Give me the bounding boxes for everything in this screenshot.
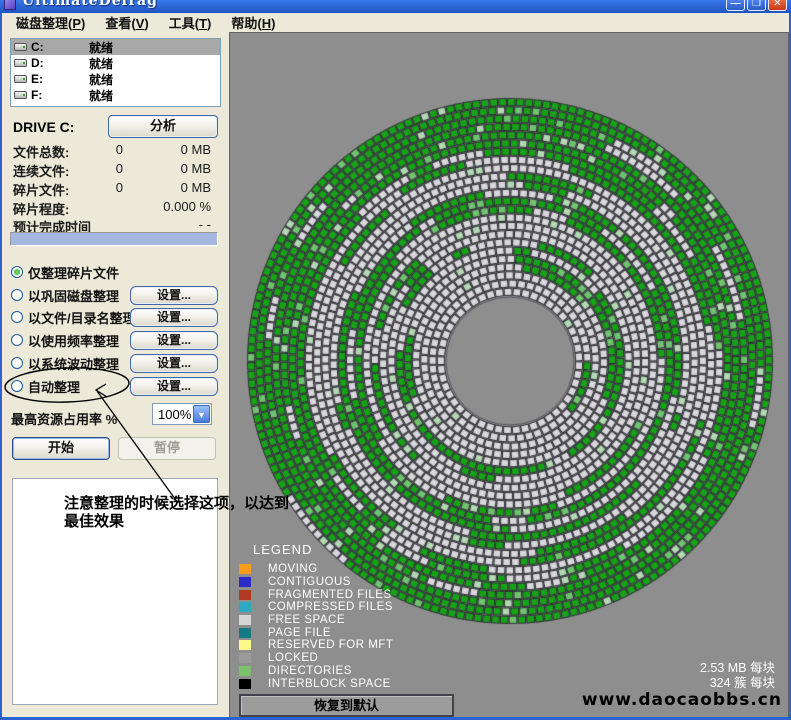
settings-button-filename[interactable]: 设置... <box>130 308 218 327</box>
legend-title: LEGEND <box>253 542 393 557</box>
drive-icon <box>14 59 27 67</box>
legend-item-moving: MOVING <box>239 563 393 576</box>
drive-icon <box>14 43 27 51</box>
menu-help[interactable]: 帮助(H) <box>223 12 283 33</box>
stat-total-files: 文件总数: 0 0 MB <box>13 142 218 158</box>
app-window: UltimateDefrag — ❐ ✕ 磁盘整理(P) 查看(V) 工具(T)… <box>0 0 791 720</box>
watermark: www.daocaobbs.cn <box>582 690 782 710</box>
drive-row-e[interactable]: E: 就绪 <box>11 71 220 87</box>
legend-item-interblock: INTERBLOCK SPACE <box>239 677 393 690</box>
legend-item-fragmented: FRAGMENTED FILES <box>239 588 393 601</box>
legend-item-freespace: FREE SPACE <box>239 614 393 627</box>
disk-map-panel: LEGEND MOVING CONTIGUOUS FRAGMENTED FILE… <box>229 32 789 717</box>
option-filename[interactable]: 以文件/目录名整理 <box>11 309 136 325</box>
drive-status: 就绪 <box>89 39 113 56</box>
radio-icon[interactable] <box>11 357 23 369</box>
stat-contiguous-files: 连续文件: 0 0 MB <box>13 161 218 177</box>
maximize-button[interactable]: ❐ <box>747 0 766 11</box>
cluster-text: 324 簇 每块 <box>700 676 775 691</box>
block-info: 2.53 MB 每块 324 簇 每块 <box>700 661 775 691</box>
drive-status: 就绪 <box>89 55 113 72</box>
current-drive-label: DRIVE C: <box>13 119 74 135</box>
legend-item-pagefile: PAGE FILE <box>239 626 393 639</box>
option-frequency[interactable]: 以使用频率整理 <box>11 332 119 348</box>
stat-fragmentation: 碎片程度: 0.000 % <box>13 199 218 215</box>
pagefile-swatch <box>239 628 251 638</box>
log-listbox[interactable] <box>12 478 218 705</box>
drive-status: 就绪 <box>89 87 113 104</box>
radio-icon[interactable] <box>11 266 23 278</box>
drive-icon <box>14 91 27 99</box>
interblock-swatch <box>239 679 251 689</box>
menu-defrag[interactable]: 磁盘整理(P) <box>8 12 93 33</box>
settings-button-frequency[interactable]: 设置... <box>130 331 218 350</box>
fragmented-swatch <box>239 590 251 600</box>
freespace-swatch <box>239 615 251 625</box>
radio-icon[interactable] <box>11 380 23 392</box>
radio-icon[interactable] <box>11 334 23 346</box>
directories-swatch <box>239 666 251 676</box>
start-button[interactable]: 开始 <box>12 437 110 460</box>
drive-status: 就绪 <box>89 71 113 88</box>
chevron-down-icon[interactable]: ▼ <box>193 405 210 423</box>
radio-icon[interactable] <box>11 311 23 323</box>
option-consolidate[interactable]: 以巩固磁盘整理 <box>11 287 119 303</box>
moving-swatch <box>239 564 251 574</box>
locked-swatch <box>239 653 251 663</box>
resource-usage-select[interactable]: 100% ▼ <box>152 403 212 425</box>
contiguous-swatch <box>239 577 251 587</box>
legend-item-mft: RESERVED FOR MFT <box>239 639 393 652</box>
compressed-swatch <box>239 602 251 612</box>
drive-icon <box>14 75 27 83</box>
legend-item-directories: DIRECTORIES <box>239 665 393 678</box>
stat-eta: 预计完成时间 - - <box>13 217 218 233</box>
legend-item-compressed: COMPRESSED FILES <box>239 601 393 614</box>
restore-default-button[interactable]: 恢复到默认 <box>239 694 454 717</box>
progress-bar <box>10 232 218 246</box>
resource-usage-label: 最高资源占用率 % <box>11 409 117 428</box>
drive-list: C: 就绪 D: 就绪 E: 就绪 F: 就绪 <box>10 38 221 107</box>
mft-swatch <box>239 640 251 650</box>
legend-item-contiguous: CONTIGUOUS <box>239 576 393 589</box>
radio-icon[interactable] <box>11 289 23 301</box>
window-title: UltimateDefrag <box>22 0 158 9</box>
minimize-button[interactable]: — <box>726 0 745 11</box>
menu-bar: 磁盘整理(P) 查看(V) 工具(T) 帮助(H) <box>0 13 791 32</box>
control-panel: C: 就绪 D: 就绪 E: 就绪 F: 就绪 DRIVE C: 分析 文件总数… <box>0 32 229 717</box>
drive-row-f[interactable]: F: 就绪 <box>11 87 220 103</box>
option-fragmented-only[interactable]: 仅整理碎片文件 <box>11 264 119 280</box>
app-icon <box>4 0 16 10</box>
legend-item-locked: LOCKED <box>239 652 393 665</box>
menu-tools[interactable]: 工具(T) <box>161 12 220 33</box>
window-border-left <box>0 13 2 720</box>
settings-button-consolidate[interactable]: 设置... <box>130 286 218 305</box>
menu-view[interactable]: 查看(V) <box>97 12 156 33</box>
drive-row-d[interactable]: D: 就绪 <box>11 55 220 71</box>
analyze-button[interactable]: 分析 <box>108 115 218 138</box>
legend: LEGEND MOVING CONTIGUOUS FRAGMENTED FILE… <box>239 542 393 690</box>
settings-button-auto[interactable]: 设置... <box>130 377 218 396</box>
block-size-text: 2.53 MB 每块 <box>700 661 775 676</box>
option-volatility[interactable]: 以系统波动整理 <box>11 355 119 371</box>
close-button[interactable]: ✕ <box>768 0 787 11</box>
settings-button-volatility[interactable]: 设置... <box>130 354 218 373</box>
pause-button: 暂停 <box>118 437 216 460</box>
stat-fragmented-files: 碎片文件: 0 0 MB <box>13 180 218 196</box>
option-auto[interactable]: 自动整理 <box>11 378 80 394</box>
drive-row-c[interactable]: C: 就绪 <box>11 39 220 55</box>
